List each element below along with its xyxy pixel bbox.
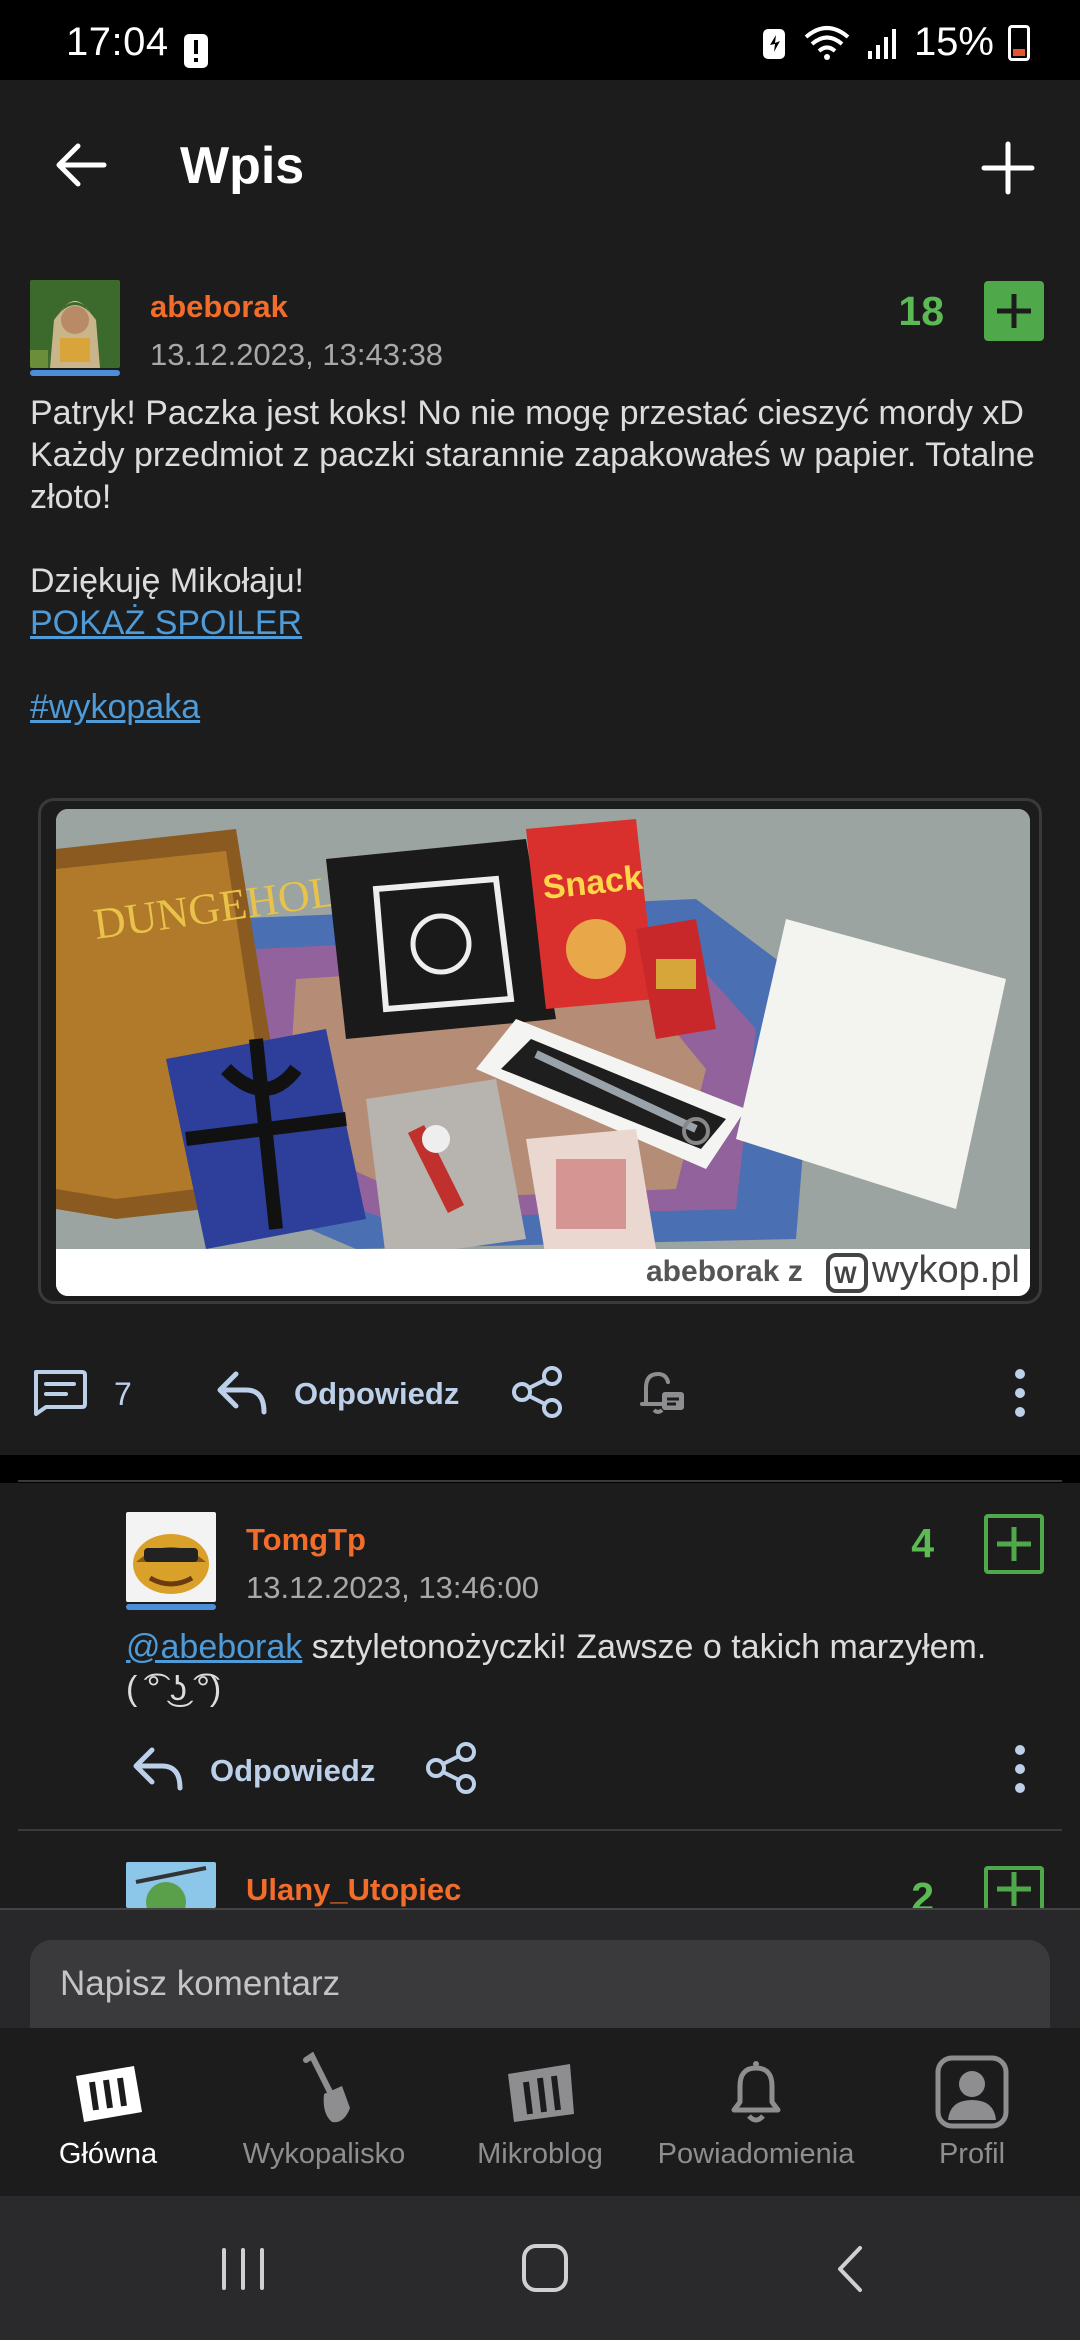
status-bar: 17:04 15% — [0, 0, 1080, 80]
comment-more-options-icon[interactable] — [1006, 1742, 1034, 1796]
post-author[interactable]: abeborak — [150, 289, 288, 325]
nav-label: Wykopalisko — [242, 2138, 406, 2170]
comment-body: @abeborak sztyletonożyczki! Zawsze o tak… — [126, 1626, 1056, 1710]
status-right: 15% — [762, 20, 1030, 65]
battery-saver-icon — [762, 28, 785, 59]
reply-icon[interactable] — [214, 1368, 270, 1418]
bottom-nav: Główna Wykopalisko Mikroblog Powiadomien… — [0, 2028, 1080, 2196]
comment-input-placeholder: Napisz komentarz — [60, 1964, 341, 2003]
home-logo-icon — [76, 2066, 142, 2122]
upvote-button[interactable] — [984, 281, 1044, 341]
nav-item-profil[interactable]: Profil — [864, 2028, 1080, 2196]
comment-avatar[interactable] — [126, 1512, 216, 1602]
system-nav-bar — [0, 2196, 1080, 2340]
profile-icon — [935, 2055, 1009, 2129]
recent-apps-icon[interactable] — [218, 2246, 268, 2292]
svg-text:W: W — [834, 1262, 857, 1289]
more-options-icon[interactable] — [1006, 1366, 1034, 1420]
post-date: 13.12.2023, 13:43:38 — [150, 337, 444, 372]
nav-item-mikroblog[interactable]: Mikroblog — [432, 2028, 648, 2196]
avatar[interactable] — [30, 280, 120, 368]
status-time: 17:04 — [66, 20, 169, 64]
post-line: Każdy przedmiot z paczki starannie zapak… — [30, 436, 1035, 516]
bell-icon — [731, 2061, 781, 2123]
mention-link[interactable]: @abeborak — [126, 1628, 302, 1666]
alert-icon — [184, 34, 208, 68]
nav-item-powiadomienia[interactable]: Powiadomienia — [648, 2028, 864, 2196]
battery-icon — [1008, 24, 1030, 61]
plus-icon[interactable] — [980, 140, 1036, 196]
post-body: Patryk! Paczka jest koks! No nie mogę pr… — [30, 392, 1050, 728]
comment-share-icon[interactable] — [424, 1740, 480, 1796]
nav-item-glowna[interactable]: Główna — [0, 2028, 216, 2196]
wifi-icon — [804, 25, 850, 60]
shovel-icon — [303, 2052, 350, 2123]
reply-button[interactable]: Odpowiedz — [294, 1376, 459, 1412]
back-icon[interactable] — [830, 2244, 870, 2294]
spoiler-link[interactable]: POKAŻ SPOILER — [30, 604, 302, 642]
home-icon[interactable] — [520, 2242, 570, 2294]
comment-upvote-button[interactable] — [984, 1866, 1044, 1908]
comment-text: sztyletonożyczki! Zawsze o takich marzył… — [302, 1628, 987, 1666]
comment-author[interactable]: Ulany_Utopiec — [246, 1872, 461, 1908]
post-vote-count: 18 — [898, 288, 944, 334]
comment-reply-button[interactable]: Odpowiedz — [210, 1753, 375, 1789]
tag-link[interactable]: #wykopaka — [30, 688, 200, 726]
post-line: Patryk! Paczka jest koks! No nie mogę pr… — [30, 394, 1024, 432]
divider — [18, 1829, 1062, 1831]
post-separator — [0, 1455, 1080, 1483]
nav-label: Profil — [938, 2138, 1006, 2170]
post-image[interactable]: DUNGEHOLD Snack abeborak z W wykop.pl — [56, 809, 1030, 1296]
comments-count[interactable]: 7 — [114, 1376, 132, 1413]
nav-label: Powiadomienia — [657, 2138, 855, 2170]
nav-label: Mikroblog — [477, 2138, 603, 2170]
avatar-status-bar — [126, 1604, 216, 1610]
subscribe-bell-icon[interactable] — [632, 1364, 688, 1420]
divider — [0, 1908, 1080, 1910]
comment-reply-icon[interactable] — [130, 1744, 186, 1794]
mikroblog-icon — [508, 2064, 574, 2122]
comment-author[interactable]: TomgTp — [246, 1522, 366, 1558]
nav-label: Główna — [58, 2138, 158, 2170]
app-header: Wpis — [0, 80, 1080, 250]
signal-icon — [867, 28, 896, 59]
comment-avatar[interactable] — [126, 1862, 216, 1908]
post-line: Dziękuję Mikołaju! — [30, 562, 304, 600]
page-title: Wpis — [180, 137, 305, 195]
arrow-left-icon[interactable] — [52, 136, 110, 194]
post-line — [30, 518, 1050, 560]
comment-input[interactable]: Napisz komentarz — [30, 1940, 1050, 2030]
battery-percent: 15% — [913, 20, 994, 64]
avatar-status-bar — [30, 370, 120, 376]
comment-date: 13.12.2023, 13:46:00 — [246, 1570, 540, 1605]
image-watermark: abeborak z — [646, 1255, 803, 1288]
comment-vote-count: 4 — [911, 1520, 934, 1566]
comment-upvote-button[interactable] — [984, 1514, 1044, 1574]
divider — [18, 1480, 1062, 1482]
comments-icon[interactable] — [30, 1368, 88, 1418]
wykop-logo-icon: W — [826, 1253, 868, 1293]
post-image-frame[interactable]: DUNGEHOLD Snack abeborak z W wykop.pl — [38, 798, 1042, 1304]
comment-text-line2: ( ͡° ͜ʖ ͡°) — [126, 1670, 222, 1708]
nav-item-wykopalisko[interactable]: Wykopalisko — [216, 2028, 432, 2196]
share-icon[interactable] — [510, 1364, 566, 1420]
image-watermark-brand: wykop.pl — [872, 1249, 1020, 1291]
